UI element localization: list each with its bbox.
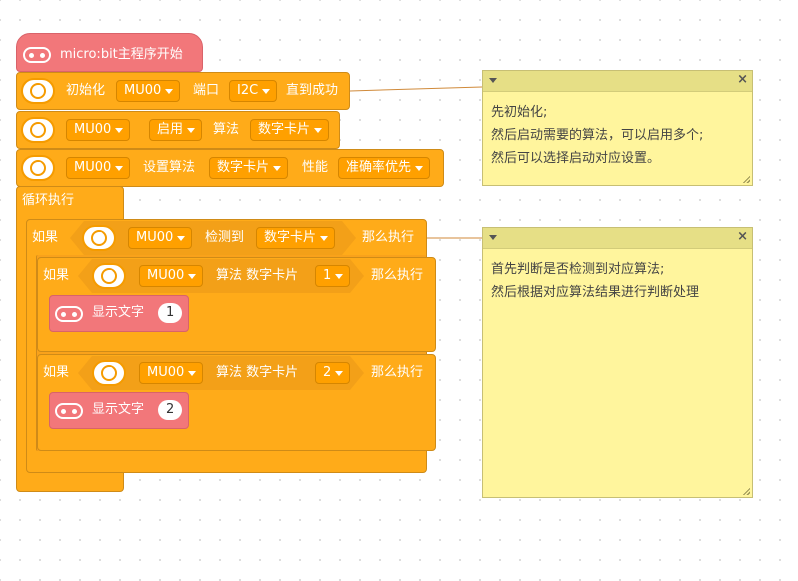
main-program-label: micro:bit主程序开始 [60,47,183,62]
port-dropdown[interactable]: I2C [229,80,278,102]
performance-label: 性能 [302,160,329,175]
comment-line: 然后启动需要的算法，可以启用多个; [491,128,704,143]
show-text-label: 显示文字 [92,305,145,320]
algorithm-dropdown[interactable]: 数字卡片 [209,157,289,179]
comment-box-1[interactable]: × 先初始化; 然后启动需要的算法，可以启用多个; 然后可以选择启动对应设置。 [482,70,753,186]
text-value-input[interactable]: 1 [158,303,183,323]
comment-text[interactable]: 先初始化; 然后启动需要的算法，可以启用多个; 然后可以选择启动对应设置。 [491,101,744,170]
device-dropdown[interactable]: MU00 [66,119,131,141]
algorithm-label: 算法 数字卡片 [216,268,299,283]
device-dropdown[interactable]: MU00 [128,227,193,249]
device-dropdown[interactable]: MU00 [139,265,204,287]
comment-line: 然后根据对应算法结果进行判断处理 [491,285,700,300]
init-label: 初始化 [66,83,106,98]
algorithm-dropdown[interactable]: 数字卡片 [256,227,336,249]
text-value-input[interactable]: 2 [158,400,183,420]
port-label: 端口 [193,83,220,98]
until-success-label: 直到成功 [286,83,339,98]
if-label: 如果 [32,230,59,245]
comment-text[interactable]: 首先判断是否检测到对应算法; 然后根据对应算法结果进行判断处理 [491,258,744,304]
microbit-icon [23,47,51,63]
comment-line: 首先判断是否检测到对应算法; [491,262,665,277]
show-text-label: 显示文字 [92,402,145,417]
number-dropdown[interactable]: 2 [315,362,351,384]
resize-handle-icon[interactable] [742,175,750,183]
vision-eye-icon [92,263,126,289]
vision-eye-icon [82,225,116,251]
then-label: 那么执行 [371,268,424,283]
vision-eye-icon [21,155,55,181]
if-label: 如果 [43,268,70,283]
set-algorithm-label: 设置算法 [143,160,196,175]
comment-box-2[interactable]: × 首先判断是否检测到对应算法; 然后根据对应算法结果进行判断处理 [482,227,753,498]
close-icon[interactable]: × [737,229,748,244]
device-dropdown[interactable]: MU00 [66,157,131,179]
microbit-icon [55,306,83,322]
vision-eye-icon [21,78,55,104]
device-dropdown[interactable]: MU00 [116,80,181,102]
comment-header[interactable]: × [483,71,752,92]
enable-mode-dropdown[interactable]: 启用 [149,119,203,141]
resize-handle-icon[interactable] [742,487,750,495]
performance-dropdown[interactable]: 准确率优先 [338,157,431,179]
collapse-triangle-icon[interactable] [489,78,497,83]
collapse-triangle-icon[interactable] [489,235,497,240]
device-dropdown[interactable]: MU00 [139,362,204,384]
then-label: 那么执行 [371,365,424,380]
detect-label: 检测到 [205,230,245,245]
algorithm-dropdown[interactable]: 数字卡片 [250,119,330,141]
algorithm-label: 算法 数字卡片 [216,365,299,380]
comment-header[interactable]: × [483,228,752,249]
comment-line: 先初始化; [491,105,548,120]
if-label: 如果 [43,365,70,380]
comment-line: 然后可以选择启动对应设置。 [491,151,661,166]
loop-label: 循环执行 [22,193,75,208]
microbit-icon [55,403,83,419]
number-dropdown[interactable]: 1 [315,265,351,287]
close-icon[interactable]: × [737,72,748,87]
then-label: 那么执行 [362,230,415,245]
vision-eye-icon [92,360,126,386]
vision-eye-icon [21,117,55,143]
algorithm-label: 算法 [213,122,240,137]
